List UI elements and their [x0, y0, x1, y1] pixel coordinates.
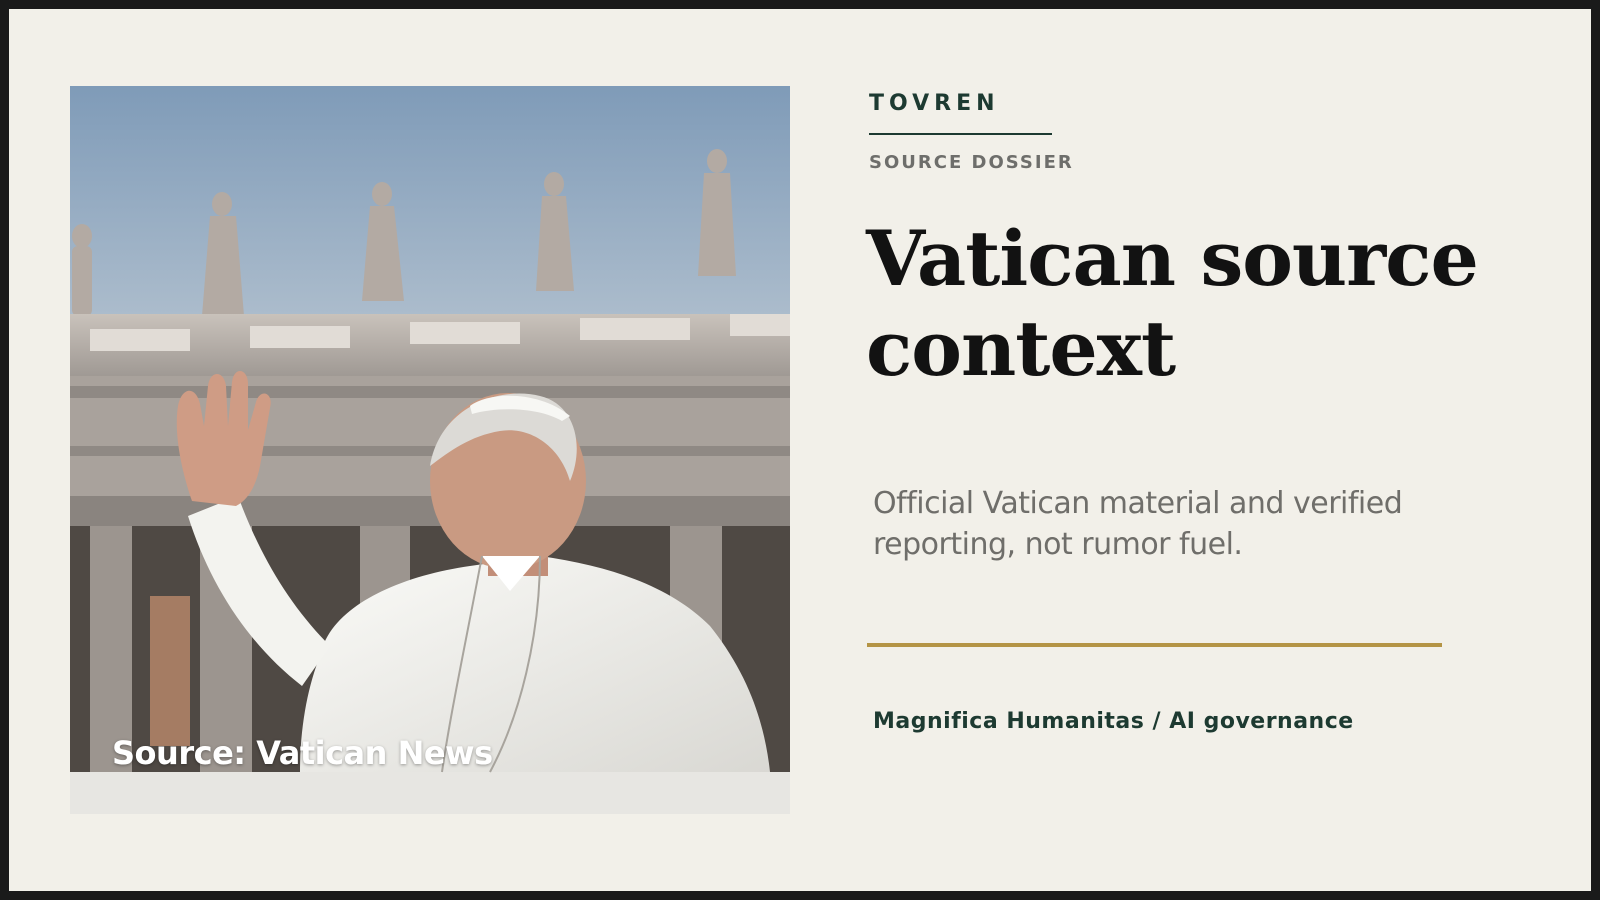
brand-name: TOVREN	[869, 91, 1000, 116]
page-title: Vatican source context	[866, 214, 1479, 393]
summary-text: Official Vatican material and verified r…	[873, 486, 1403, 562]
topic-tagline: Magnifica Humanitas / AI governance	[873, 709, 1354, 734]
photo-credit-caption: Source: Vatican News	[112, 734, 493, 772]
photo-illustration	[70, 86, 790, 814]
accent-divider	[867, 643, 1442, 647]
section-kicker: SOURCE DOSSIER	[869, 152, 1074, 173]
brand-underline	[869, 133, 1052, 135]
slide-card: Source: Vatican News TOVREN SOURCE DOSSI…	[9, 9, 1591, 891]
photo-pope-waving: Source: Vatican News	[70, 86, 790, 814]
